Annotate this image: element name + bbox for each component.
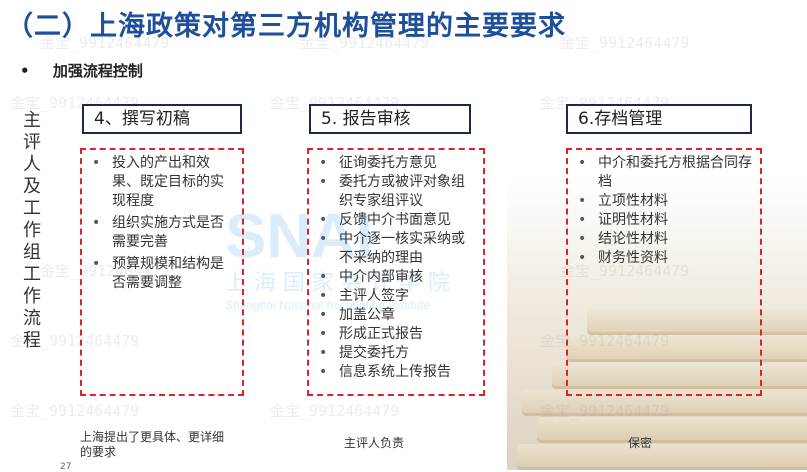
list-item: 征询委托方意见 [319,154,477,173]
watermark-text: 金宝_9912464479 [10,402,140,420]
column-box-archive: 中介和委托方根据合同存档 立项性材料 证明性材料 结论性材料 财务性资料 [566,148,762,396]
page-title: （二）上海政策对第三方机构管理的主要要求 [6,11,566,42]
bullet-icon: • [20,62,30,80]
list-item: 主评人签字 [319,287,477,306]
list-item: 结论性材料 [578,230,754,249]
list-item: 财务性资料 [578,249,754,268]
watermark-text: 金宝_9912464479 [560,34,690,52]
list-item: 立项性材料 [578,192,754,211]
column-header-review: 5. 报告审核 [309,104,471,134]
list-item: 委托方或被评对象组织专家组评议 [319,173,477,211]
list-item: 组织实施方式是否需要完善 [92,214,236,252]
list-item: 中介和委托方根据合同存档 [578,154,754,192]
column-note-review: 主评人负责 [344,436,405,450]
page-number: 27 [60,462,72,472]
list-item: 反馈中介书面意见 [319,211,477,230]
list-item: 形成正式报告 [319,325,477,344]
column-header-draft: 4、撰写初稿 [82,104,242,134]
list-item: 信息系统上传报告 [319,363,477,382]
watermark-text: 金宝_9912464479 [270,402,400,420]
list-item: 提交委托方 [319,344,477,363]
side-label: 主评人及工作组工作流程 [23,110,41,351]
column-box-draft: 投入的产出和效果、既定目标的实现程度 组织实施方式是否需要完善 预算规模和结构是… [80,148,244,396]
list-item: 预算规模和结构是否需要调整 [92,255,236,293]
list-item: 中介内部审核 [319,268,477,287]
column-note-draft: 上海提出了更具体、更详细的要求 [80,430,225,459]
list-item: 中介逐一核实采纳或不采纳的理由 [319,230,477,268]
list-item: 投入的产出和效果、既定目标的实现程度 [92,154,236,211]
watermark-text: 金宝_9912464479 [540,402,670,420]
section-heading: • 加强流程控制 [20,60,143,81]
list-item: 证明性材料 [578,211,754,230]
column-note-archive: 保密 [628,436,653,450]
list-item: 加盖公章 [319,306,477,325]
column-box-review: 征询委托方意见 委托方或被评对象组织专家组评议 反馈中介书面意见 中介逐一核实采… [307,148,485,396]
section-label: 加强流程控制 [52,62,143,80]
column-header-archive: 6.存档管理 [566,104,752,134]
